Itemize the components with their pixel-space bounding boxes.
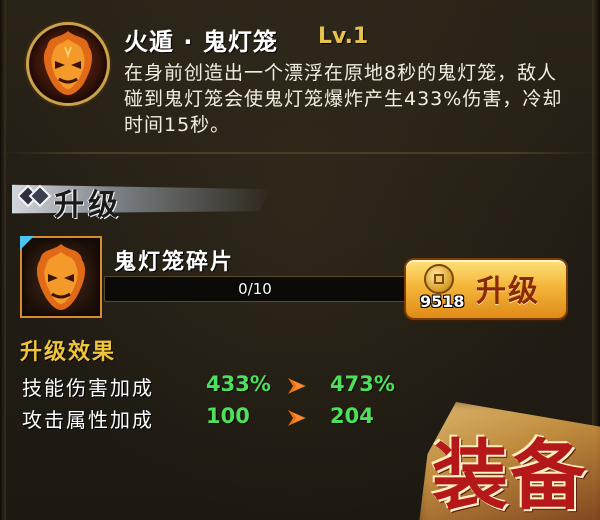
upgrade-cost: 9518	[420, 292, 465, 311]
fire-mask-icon	[26, 22, 110, 106]
material-name: 鬼灯笼碎片	[114, 250, 235, 275]
frame-left-border	[0, 0, 6, 520]
effect-label: 攻击属性加成	[22, 408, 154, 432]
section-divider	[0, 152, 600, 154]
effect-after-value: 473%	[330, 372, 395, 396]
equip-button-label[interactable]: 装备	[432, 414, 588, 520]
effect-row-skill-damage: 技能伤害加成 433% 473%	[0, 372, 420, 404]
arrow-right-icon	[288, 378, 306, 394]
progress-text: 0/10	[238, 280, 272, 298]
fragment-corner-marker	[20, 236, 34, 250]
upgrade-section-title: 升级	[54, 188, 122, 223]
effect-label: 技能伤害加成	[22, 376, 154, 400]
effect-row-attack-attr: 攻击属性加成 100 204	[0, 404, 420, 436]
equip-button[interactable]: 装备	[400, 396, 600, 520]
effect-after-value: 204	[330, 404, 374, 428]
skill-description: 在身前创造出一个漂浮在原地8秒的鬼灯笼，敌人碰到鬼灯笼会使鬼灯笼爆炸产生433%…	[124, 62, 563, 136]
effect-before-value: 100	[206, 404, 250, 428]
effect-before-value: 433%	[206, 372, 271, 396]
effects-title: 升级效果	[20, 340, 117, 365]
skill-level: Lv.1	[318, 24, 369, 49]
arrow-right-icon	[288, 410, 306, 426]
knot-emblem-icon	[16, 182, 52, 212]
upgrade-button-label[interactable]: 升级	[476, 266, 540, 310]
skill-title: 火遁 · 鬼灯笼	[124, 28, 278, 56]
copper-coin-icon	[424, 264, 454, 294]
material-progress-bar: 0/10	[104, 276, 406, 302]
